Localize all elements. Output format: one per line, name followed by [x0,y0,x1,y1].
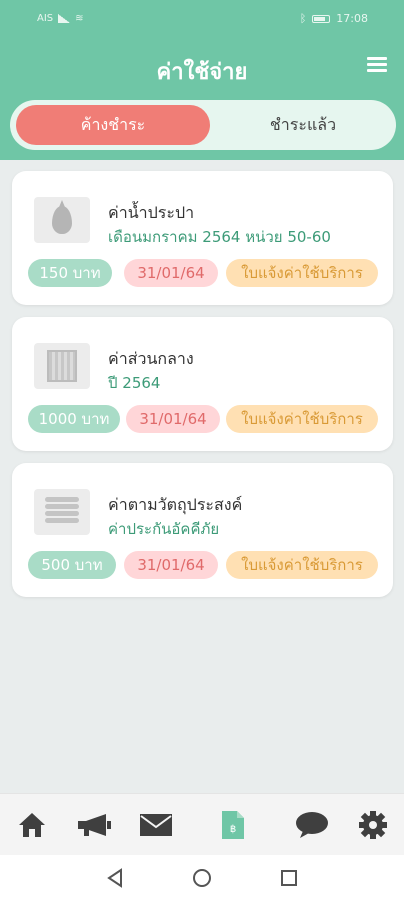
bill-card[interactable]: ค่าตามวัตถุประสงค์ ค่าประกันอัคคีภัย 500… [12,463,393,597]
tab-paid[interactable]: ชำระแล้ว [210,105,396,145]
bottom-nav: ฿ [0,793,404,855]
bill-card[interactable]: ค่าน้ำประปา เดือนมกราคม 2564 หน่วย 50-60… [12,171,393,305]
bill-name: ค่าตามวัตถุประสงค์ [108,495,243,514]
status-bar: AIS ≋ ᛒ 17:08 [0,0,404,38]
amount-badge: 1000 บาท [28,405,120,433]
wifi-icon: ≋ [75,13,84,24]
bill-detail: ปี 2564 [108,374,161,392]
notice-button[interactable]: ใบแจ้งค่าใช้บริการ [226,259,378,287]
building-icon [34,343,90,389]
home-circle-icon[interactable] [191,867,213,889]
page-title: ค่าใช้จ่าย [156,60,248,85]
mail-icon[interactable] [138,810,174,840]
due-date-badge: 31/01/64 [126,405,220,433]
bill-card[interactable]: ค่าส่วนกลาง ปี 2564 1000 บาท 31/01/64 ใบ… [12,317,393,451]
due-date-badge: 31/01/64 [124,551,218,579]
megaphone-icon[interactable] [76,810,112,840]
clock: 17:08 [336,12,368,25]
bill-name: ค่าส่วนกลาง [108,349,194,368]
status-left: AIS ≋ [37,13,84,24]
home-icon[interactable] [16,810,48,840]
due-date-badge: 31/01/64 [124,259,218,287]
recents-icon[interactable] [278,867,300,889]
water-drop-icon [34,197,90,243]
bill-icon[interactable]: ฿ [218,810,248,840]
amount-badge: 150 บาท [28,259,112,287]
back-icon[interactable] [104,867,126,889]
menu-icon[interactable] [367,57,387,73]
bill-name: ค่าน้ำประปา [108,203,195,222]
coins-icon [34,489,90,535]
carrier-label: AIS [37,13,54,24]
app-header: ค่าใช้จ่าย ค้างชำระ ชำระแล้ว [0,38,404,160]
status-right: ᛒ 17:08 [300,12,368,25]
notice-button[interactable]: ใบแจ้งค่าใช้บริการ [226,405,378,433]
svg-text:฿: ฿ [230,824,236,835]
bill-detail: เดือนมกราคม 2564 หน่วย 50-60 [108,228,331,246]
battery-icon [312,14,331,23]
tab-switcher: ค้างชำระ ชำระแล้ว [10,100,396,150]
system-nav-bar [0,855,404,900]
chat-icon[interactable] [294,810,330,840]
bluetooth-icon: ᛒ [299,12,307,25]
bill-detail: ค่าประกันอัคคีภัย [108,520,220,538]
tab-unpaid[interactable]: ค้างชำระ [16,105,210,145]
signal-icon [58,14,71,23]
amount-badge: 500 บาท [28,551,116,579]
settings-icon[interactable] [356,810,390,840]
notice-button[interactable]: ใบแจ้งค่าใช้บริการ [226,551,378,579]
